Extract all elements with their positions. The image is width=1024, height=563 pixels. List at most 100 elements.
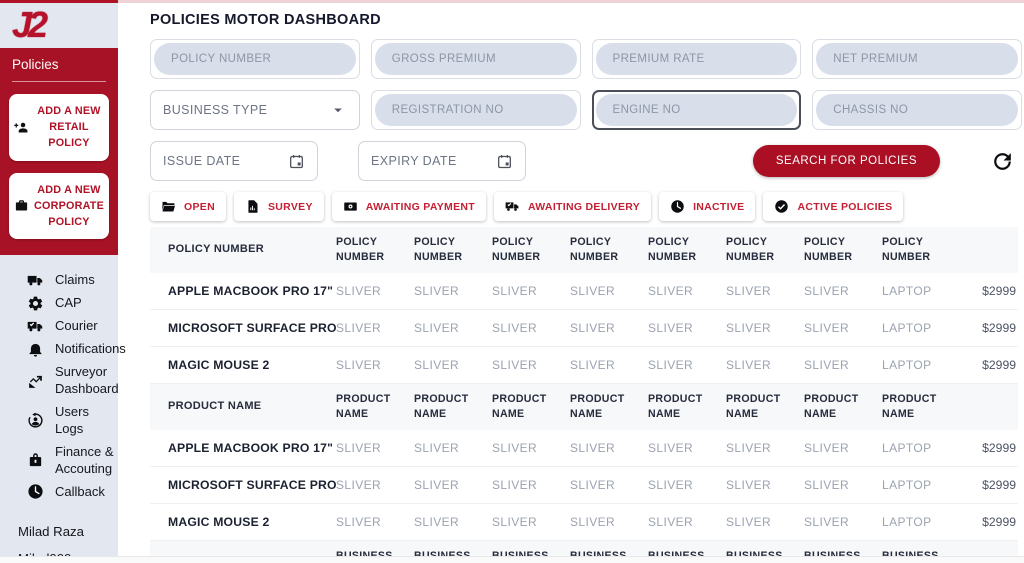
column-header: PRODUCT NAME — [648, 393, 703, 420]
bell-icon — [27, 341, 44, 358]
gross-premium-input[interactable]: GROSS PREMIUM — [370, 39, 581, 79]
column-header: POLICY NUMBER — [882, 236, 931, 263]
sidebar-item-label: CAP — [55, 295, 82, 311]
cash-icon — [343, 199, 358, 214]
sidebar-item-claims[interactable]: Claims — [0, 269, 118, 292]
row-value: SLIVER — [336, 515, 382, 529]
sidebar-item-surveyor-dashboard[interactable]: Surveyor Dashboard — [0, 361, 119, 401]
column-header: POLICY NUMBER — [414, 236, 463, 263]
premium-rate-input[interactable]: PREMIUM RATE — [591, 39, 802, 79]
policy-number-input[interactable]: POLICY NUMBER — [150, 39, 360, 79]
filter-row-3: ISSUE DATE EXPIRY DATE SEARCH FOR POLICI… — [150, 141, 1022, 181]
row-value: SLIVER — [414, 284, 460, 298]
table-row: MICROSOFT SURFACE PRO SLIVER SLIVER SLIVER S… — [150, 310, 1018, 347]
net-premium-placeholder: NET PREMIUM — [816, 43, 1018, 75]
row-value: SLIVER — [570, 441, 616, 455]
row-value: SLIVER — [336, 478, 382, 492]
add-retail-policy-button[interactable]: ADD A NEW RETAIL POLICY — [9, 94, 109, 161]
sidebar-item-label: Claims — [55, 272, 95, 288]
sidebar-item-users-logs[interactable]: Users Logs — [0, 401, 118, 441]
sidebar-item-label: Courier — [55, 318, 98, 334]
registration-no-input[interactable]: REGISTRATION NO — [370, 90, 581, 130]
chassis-no-input[interactable]: CHASSIS NO — [812, 90, 1022, 130]
refresh-icon[interactable] — [990, 149, 1015, 174]
row-value: SLIVER — [648, 478, 694, 492]
row-value: SLIVER — [726, 441, 772, 455]
issue-date-placeholder: ISSUE DATE — [163, 154, 241, 168]
table-row: MICROSOFT SURFACE PRO SLIVER SLIVER SLIVER S… — [150, 467, 1018, 504]
sidebar-item-callback[interactable]: Callback — [0, 480, 118, 503]
row-name: MAGIC MOUSE 2 — [168, 358, 270, 372]
delivery-truck-icon — [505, 199, 520, 214]
row-price: $2999 — [982, 441, 1016, 455]
sidebar-item-notifications[interactable]: Notifications — [0, 338, 126, 361]
row-value: SLIVER — [414, 321, 460, 335]
filter-row-1: POLICY NUMBER GROSS PREMIUM PREMIUM RATE… — [150, 39, 1022, 79]
row-value: SLIVER — [648, 515, 694, 529]
expiry-date-input[interactable]: EXPIRY DATE — [358, 141, 526, 181]
sidebar-section-label: Policies — [12, 57, 59, 72]
briefcase-icon — [14, 198, 29, 213]
row-price: $2999 — [982, 358, 1016, 372]
row-value: SLIVER — [492, 321, 538, 335]
add-corporate-policy-button[interactable]: ADD A NEW CORPORATE POLICY — [9, 172, 109, 240]
registration-no-placeholder: REGISTRATION NO — [374, 94, 577, 126]
sidebar-item-cap[interactable]: CAP — [0, 292, 118, 315]
engine-no-input[interactable]: ENGINE NO — [591, 90, 802, 130]
sidebar: J2 Policies ADD A NEW RETAIL POLICY ADD … — [0, 0, 126, 563]
column-header: PRODUCT NAME — [804, 393, 859, 420]
calendar-icon — [288, 153, 305, 170]
search-for-policies-button[interactable]: SEARCH FOR POLICIES — [752, 145, 940, 177]
row-value: SLIVER — [726, 478, 772, 492]
column-header: PRODUCT NAME — [570, 393, 625, 420]
gross-premium-placeholder: GROSS PREMIUM — [374, 43, 577, 75]
chip-awaiting-delivery[interactable]: AWAITING DELIVERY — [494, 192, 652, 221]
horizontal-scrollbar[interactable] — [0, 556, 1024, 563]
net-premium-input[interactable]: NET PREMIUM — [812, 39, 1022, 79]
status-chips-row: OPEN SURVEY AWAITING PAYMENT AWAITING DELIV… — [150, 192, 1022, 221]
document-chart-icon — [245, 199, 260, 214]
check-circle-icon — [774, 199, 789, 214]
row-value: SLIVER — [336, 358, 382, 372]
user-full-name: Milad Raza — [18, 524, 84, 540]
table-row: APPLE MACBOOK PRO 17" SLIVER SLIVER SLIVER S… — [150, 430, 1018, 467]
row-value: SLIVER — [726, 321, 772, 335]
row-value: SLIVER — [804, 441, 850, 455]
chip-awaiting-payment[interactable]: AWAITING PAYMENT — [331, 192, 486, 221]
row-value: SLIVER — [804, 515, 850, 529]
row-price: $2999 — [982, 478, 1016, 492]
sidebar-item-label: Callback — [55, 483, 105, 499]
business-type-select[interactable]: BUSINESS TYPE — [150, 90, 360, 130]
column-header: POLICY NUMBER — [168, 243, 264, 256]
chip-label: AWAITING DELIVERY — [528, 200, 641, 213]
row-value: SLIVER — [492, 358, 538, 372]
calendar-icon — [496, 153, 513, 170]
column-header: POLICY NUMBER — [726, 236, 775, 263]
row-value: LAPTOP — [882, 284, 932, 298]
briefcase-lock-icon — [27, 452, 44, 469]
sidebar-item-finance-accouting[interactable]: Finance & Accouting — [0, 441, 118, 481]
row-value: LAPTOP — [882, 515, 932, 529]
sidebar-item-courier[interactable]: Courier — [0, 315, 118, 338]
app-logo[interactable]: J2 — [0, 0, 118, 48]
row-name: MICROSOFT SURFACE PRO — [168, 321, 337, 335]
chip-survey[interactable]: SURVEY — [233, 192, 324, 221]
row-value: SLIVER — [804, 284, 850, 298]
table-row: APPLE MACBOOK PRO 17" SLIVER SLIVER SLIVER S… — [150, 273, 1018, 310]
row-value: SLIVER — [414, 515, 460, 529]
gear-icon — [27, 295, 44, 312]
table-row: MAGIC MOUSE 2 SLIVER SLIVER SLIVER SLIVER SLI… — [150, 504, 1018, 541]
chip-label: AWAITING PAYMENT — [365, 200, 475, 213]
issue-date-input[interactable]: ISSUE DATE — [150, 141, 318, 181]
row-value: SLIVER — [570, 515, 616, 529]
chip-open[interactable]: OPEN — [150, 192, 226, 221]
row-value: SLIVER — [726, 358, 772, 372]
chip-active-policies[interactable]: ACTIVE POLICIES — [763, 192, 904, 221]
row-value: SLIVER — [648, 284, 694, 298]
chip-inactive[interactable]: INACTIVE — [659, 192, 756, 221]
premium-rate-placeholder: PREMIUM RATE — [595, 43, 798, 75]
add-corporate-policy-label: ADD A NEW CORPORATE POLICY — [34, 183, 104, 228]
column-header: POLICY NUMBER — [648, 236, 697, 263]
row-value: SLIVER — [336, 321, 382, 335]
column-header: PRODUCT NAME — [882, 393, 937, 420]
